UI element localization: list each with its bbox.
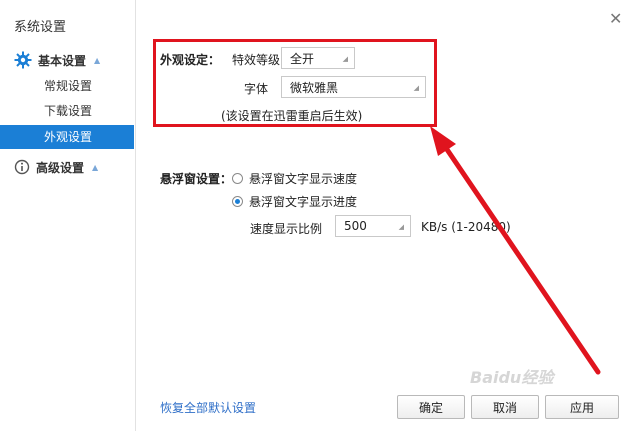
watermark: Baidu经验 xyxy=(470,368,554,387)
cancel-button[interactable]: 取消 xyxy=(471,395,539,419)
ok-button[interactable]: 确定 xyxy=(397,395,465,419)
restore-defaults-link[interactable]: 恢复全部默认设置 xyxy=(160,399,256,416)
apply-button[interactable]: 应用 xyxy=(545,395,619,419)
